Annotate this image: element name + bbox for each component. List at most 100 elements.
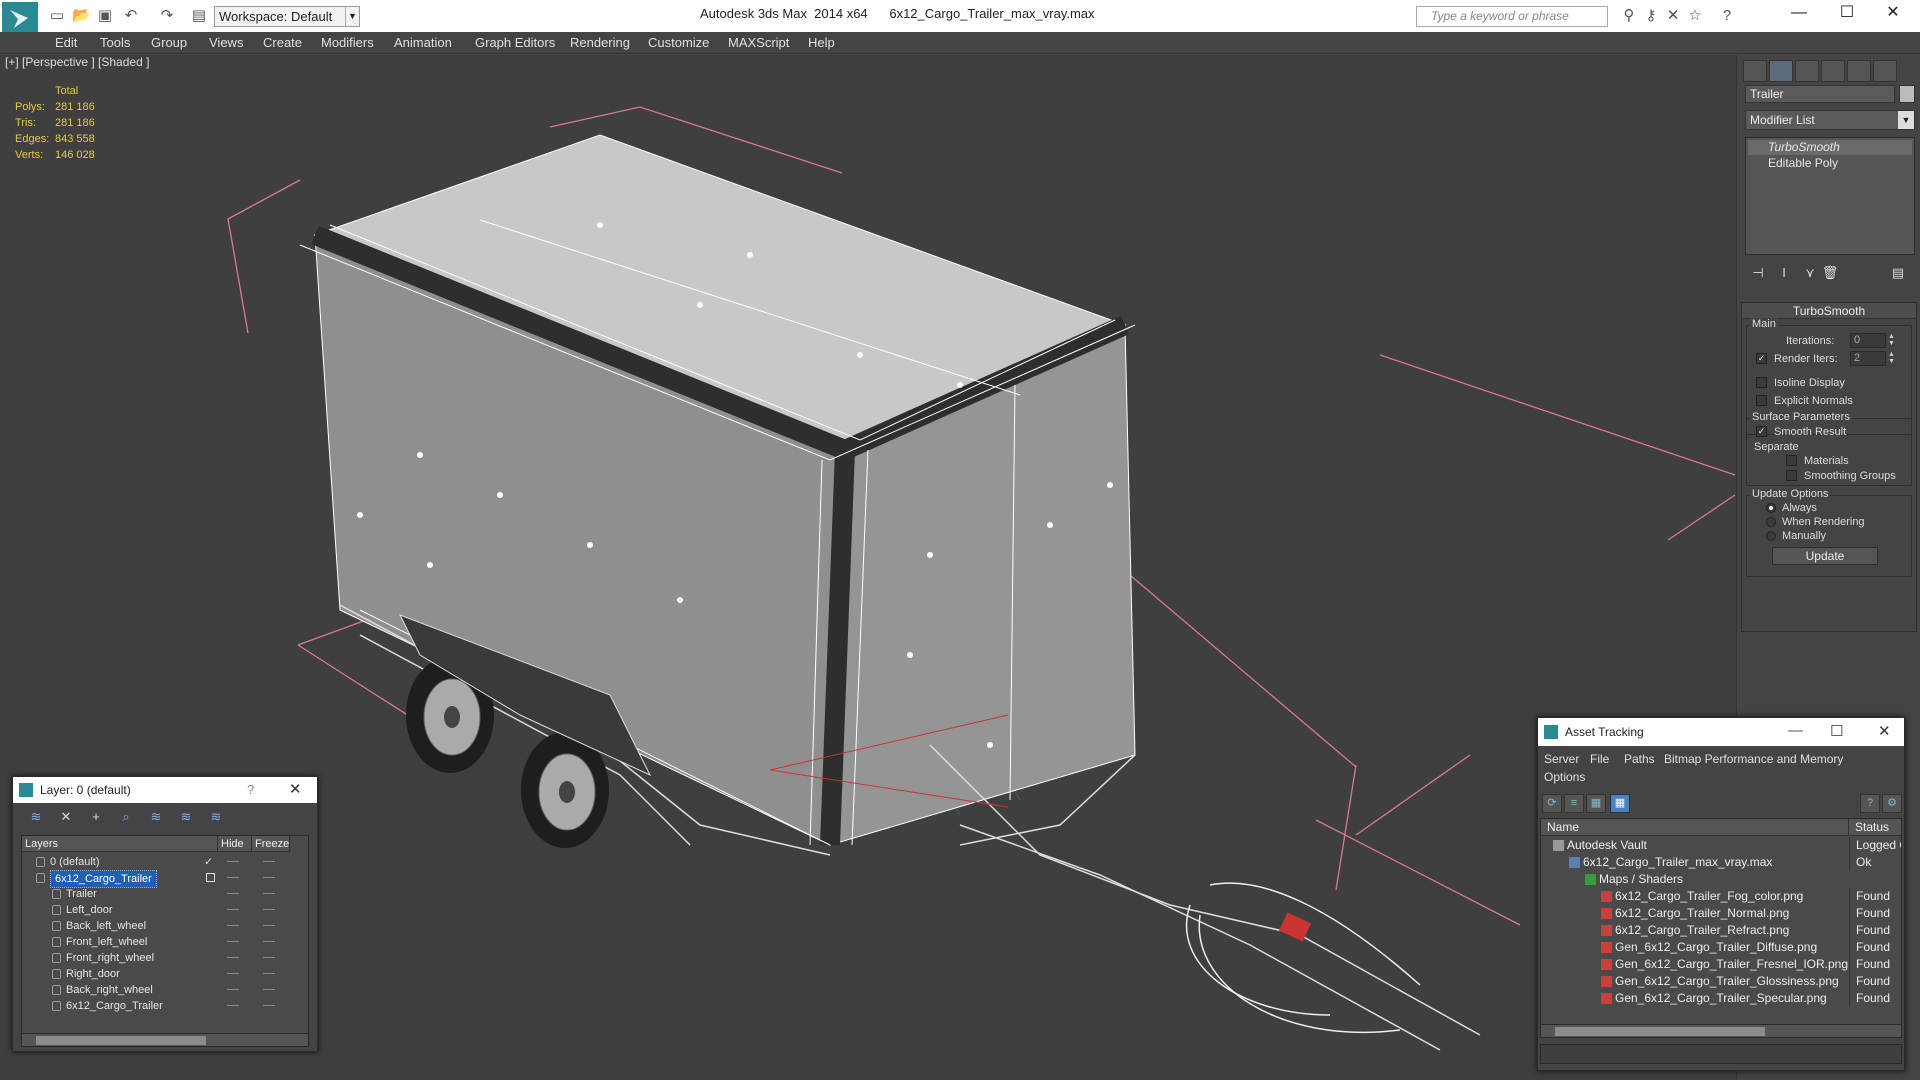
- search-input[interactable]: Type a keyword or phrase: [1416, 6, 1608, 27]
- motion-tab-icon[interactable]: [1821, 60, 1845, 82]
- hide-layers-icon[interactable]: ≋: [175, 809, 197, 827]
- asset-menu-bitmap-performance[interactable]: Bitmap Performance and Memory: [1664, 752, 1843, 766]
- render-iters-checkbox[interactable]: ✓: [1756, 353, 1767, 364]
- delete-layer-icon[interactable]: ✕: [55, 809, 77, 827]
- save-file-icon[interactable]: ▣: [96, 7, 114, 25]
- help-icon[interactable]: ?: [1718, 7, 1736, 25]
- asset-minimize-button[interactable]: —: [1788, 722, 1803, 739]
- favorites-star-icon[interactable]: ☆: [1686, 7, 1704, 25]
- communication-icon[interactable]: ✕: [1664, 7, 1682, 25]
- separate-materials-checkbox[interactable]: [1786, 455, 1797, 466]
- layer-row[interactable]: Front_left_wheel: [22, 934, 308, 950]
- column-header-layers[interactable]: Layers: [22, 836, 218, 852]
- binoculars-icon[interactable]: ⚲: [1620, 7, 1638, 25]
- hierarchy-tab-icon[interactable]: [1795, 60, 1819, 82]
- utilities-tab-icon[interactable]: [1873, 60, 1897, 82]
- minimize-button[interactable]: —: [1776, 0, 1822, 28]
- thumbnail-view-icon[interactable]: ▦: [1586, 794, 1606, 813]
- render-iters-spinner[interactable]: 2: [1850, 351, 1886, 366]
- freeze-toggle[interactable]: [263, 941, 275, 942]
- column-header-status[interactable]: Status: [1849, 819, 1901, 836]
- column-header-hide[interactable]: Hide: [218, 836, 252, 852]
- asset-row[interactable]: 6x12_Cargo_Trailer_max_vray.max Ok: [1541, 854, 1901, 871]
- update-when-rendering-radio[interactable]: [1766, 517, 1776, 527]
- object-color-swatch[interactable]: [1899, 85, 1915, 103]
- asset-row[interactable]: Gen_6x12_Cargo_Trailer_Diffuse.png Found: [1541, 939, 1901, 956]
- asset-menu-server[interactable]: Server: [1544, 752, 1579, 766]
- freeze-toggle[interactable]: [263, 893, 275, 894]
- update-manually-radio[interactable]: [1766, 531, 1776, 541]
- pin-stack-icon[interactable]: ⊣: [1747, 265, 1769, 285]
- redo-icon[interactable]: ↷: [158, 7, 176, 25]
- asset-help-icon[interactable]: ?: [1860, 794, 1880, 813]
- asset-row[interactable]: 6x12_Cargo_Trailer_Refract.png Found: [1541, 922, 1901, 939]
- create-layer-icon[interactable]: ≋: [25, 809, 47, 827]
- configure-sets-icon[interactable]: ▤: [1887, 265, 1909, 285]
- create-tab-icon[interactable]: [1743, 60, 1767, 82]
- menu-edit[interactable]: Edit: [55, 35, 77, 50]
- spinner-arrows-icon[interactable]: ▲ ▼: [1888, 333, 1896, 348]
- iterations-spinner[interactable]: 0: [1850, 333, 1886, 348]
- app-menu-button[interactable]: [2, 2, 38, 36]
- layer-window-titlebar[interactable]: Layer: 0 (default): [13, 777, 317, 803]
- menu-graph-editors[interactable]: Graph Editors: [475, 35, 555, 50]
- hide-toggle[interactable]: [227, 1005, 239, 1006]
- hide-toggle[interactable]: [227, 973, 239, 974]
- remove-modifier-icon[interactable]: 🗑: [1819, 265, 1841, 285]
- asset-menu-options[interactable]: Options: [1544, 770, 1585, 784]
- separate-smoothing-groups-checkbox[interactable]: [1786, 470, 1797, 481]
- asset-menu-file[interactable]: File: [1590, 752, 1609, 766]
- close-button[interactable]: ✕: [1870, 0, 1916, 28]
- stack-item-editable-poly[interactable]: Editable Poly: [1748, 156, 1912, 171]
- freeze-toggle[interactable]: [263, 989, 275, 990]
- menu-tools[interactable]: Tools: [100, 35, 130, 50]
- asset-row[interactable]: Autodesk Vault Logged O: [1541, 837, 1901, 854]
- asset-window-titlebar[interactable]: Asset Tracking: [1538, 718, 1904, 746]
- hide-toggle[interactable]: [227, 909, 239, 910]
- layer-row[interactable]: 0 (default) ✓: [22, 854, 308, 870]
- make-unique-icon[interactable]: ⋎: [1799, 265, 1821, 285]
- workspace-dropdown[interactable]: Workspace: Default ▼: [214, 6, 360, 27]
- freeze-toggle[interactable]: [263, 1005, 275, 1006]
- layer-row[interactable]: Left_door: [22, 902, 308, 918]
- hide-toggle[interactable]: [227, 861, 239, 862]
- add-to-layer-icon[interactable]: +: [85, 809, 107, 827]
- layer-row[interactable]: Back_right_wheel: [22, 982, 308, 998]
- asset-menu-paths[interactable]: Paths: [1624, 752, 1655, 766]
- layer-window-close-button[interactable]: ✕: [289, 780, 302, 798]
- asset-path-field[interactable]: [1540, 1044, 1902, 1064]
- asset-row[interactable]: 6x12_Cargo_Trailer_Normal.png Found: [1541, 905, 1901, 922]
- make-current-layer-icon[interactable]: [206, 873, 215, 882]
- project-folder-icon[interactable]: ▤: [190, 7, 208, 25]
- asset-row[interactable]: Maps / Shaders: [1541, 871, 1901, 888]
- menu-modifiers[interactable]: Modifiers: [321, 35, 374, 50]
- asset-settings-icon[interactable]: ⚙: [1882, 794, 1902, 813]
- menu-create[interactable]: Create: [263, 35, 302, 50]
- layer-row[interactable]: Right_door: [22, 966, 308, 982]
- viewport-label-menu[interactable]: [+] [Perspective ] [Shaded ]: [5, 55, 149, 69]
- menu-maxscript[interactable]: MAXScript: [728, 35, 789, 50]
- list-view-icon[interactable]: ≡: [1564, 794, 1584, 813]
- undo-icon[interactable]: ↶: [122, 7, 140, 25]
- menu-customize[interactable]: Customize: [648, 35, 709, 50]
- open-file-icon[interactable]: 📂: [72, 7, 91, 25]
- asset-row[interactable]: Gen_6x12_Cargo_Trailer_Specular.png Found: [1541, 990, 1901, 1007]
- column-header-freeze[interactable]: Freeze: [252, 836, 290, 852]
- update-always-radio[interactable]: [1766, 503, 1776, 513]
- highlight-selected-layer-icon[interactable]: ≋: [145, 809, 167, 827]
- hide-toggle[interactable]: [227, 877, 239, 878]
- explicit-normals-checkbox[interactable]: [1756, 395, 1767, 406]
- scroll-thumb[interactable]: [1555, 1027, 1765, 1036]
- scroll-thumb[interactable]: [36, 1036, 206, 1045]
- show-end-result-icon[interactable]: Ι: [1773, 265, 1795, 285]
- asset-row[interactable]: 6x12_Cargo_Trailer_Fog_color.png Found: [1541, 888, 1901, 905]
- layer-row[interactable]: 6x12_Cargo_Trailer: [22, 998, 308, 1014]
- refresh-icon[interactable]: ⟳: [1542, 794, 1562, 813]
- menu-help[interactable]: Help: [808, 35, 835, 50]
- asset-horizontal-scrollbar[interactable]: [1540, 1024, 1902, 1038]
- menu-group[interactable]: Group: [151, 35, 187, 50]
- freeze-layers-icon[interactable]: ≋: [205, 809, 227, 827]
- freeze-toggle[interactable]: [263, 957, 275, 958]
- new-file-icon[interactable]: ▭: [48, 7, 66, 25]
- hide-toggle[interactable]: [227, 893, 239, 894]
